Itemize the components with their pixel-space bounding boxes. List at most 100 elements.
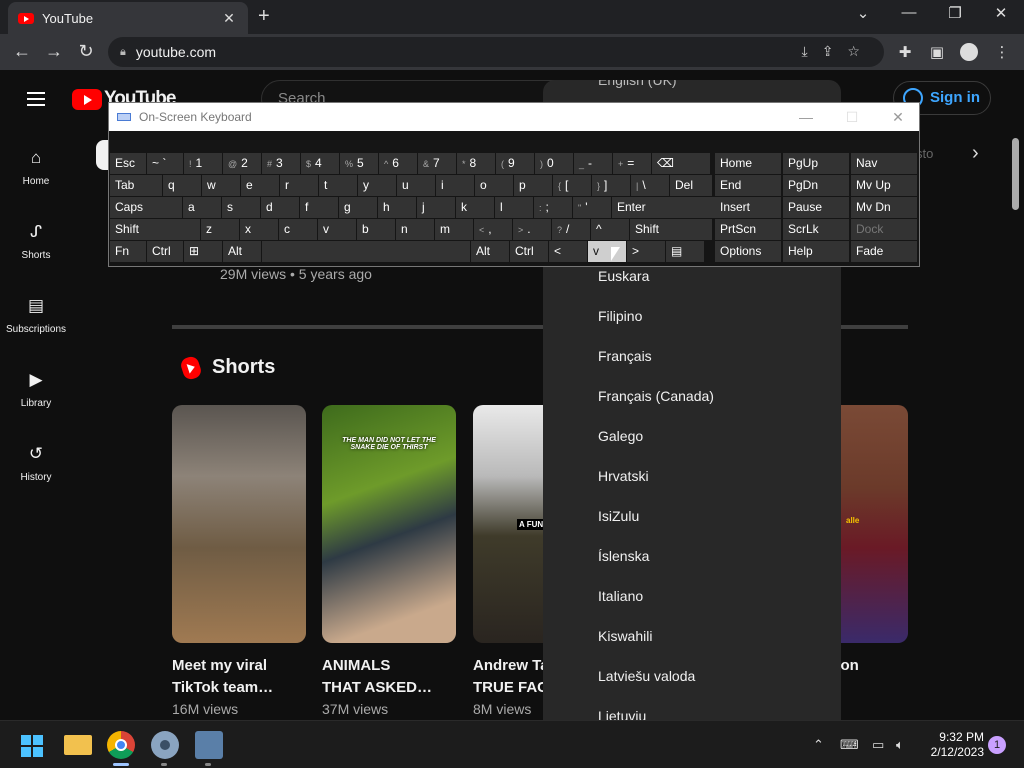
osk-close-icon[interactable]: ✕ bbox=[883, 103, 913, 131]
language-option[interactable]: Galego bbox=[598, 428, 643, 444]
osk-nav-key[interactable]: Fade bbox=[851, 241, 917, 262]
short-thumbnail[interactable]: THE MAN DID NOT LET THE SNAKE DIE OF THI… bbox=[322, 405, 456, 643]
osk-nav-key[interactable]: Pause bbox=[783, 197, 849, 218]
start-windows-icon[interactable] bbox=[21, 735, 43, 757]
osk-key[interactable]: Ctrl bbox=[510, 241, 548, 262]
address-bar[interactable]: 🔒︎ youtube.com ⤓⇪☆ bbox=[108, 37, 884, 67]
osk-key[interactable]: v bbox=[588, 241, 626, 262]
osk-key[interactable]: #3 bbox=[262, 153, 300, 174]
osk-key[interactable]: a bbox=[183, 197, 221, 218]
osk-app-icon[interactable] bbox=[195, 731, 223, 759]
osk-key[interactable]: s bbox=[222, 197, 260, 218]
osk-key[interactable]: & 7 bbox=[418, 153, 456, 174]
osk-key[interactable] bbox=[262, 241, 470, 262]
osk-key[interactable]: < bbox=[549, 241, 587, 262]
osk-nav-key[interactable]: ScrLk bbox=[783, 219, 849, 240]
forward-icon[interactable]: → bbox=[42, 41, 66, 62]
guide-subscriptions[interactable]: ▤ Subscriptions bbox=[0, 296, 72, 335]
osk-key[interactable]: Ctrl bbox=[147, 241, 183, 262]
osk-key[interactable]: Del bbox=[670, 175, 712, 196]
page-scrollbar[interactable] bbox=[1012, 138, 1019, 210]
osk-key[interactable]: ) 0 bbox=[535, 153, 573, 174]
guide-library[interactable]: ▶︎ Library bbox=[0, 370, 72, 409]
language-option[interactable]: Euskara bbox=[598, 268, 649, 284]
menu-kebab-icon[interactable]: ⋮ bbox=[991, 43, 1013, 61]
osk-nav-key[interactable]: Insert bbox=[715, 197, 781, 218]
osk-nav-key[interactable]: Nav bbox=[851, 153, 917, 174]
osk-nav-key[interactable]: Mv Dn bbox=[851, 197, 917, 218]
osk-key[interactable]: p bbox=[514, 175, 552, 196]
osk-key[interactable]: g bbox=[339, 197, 377, 218]
tab-close-icon[interactable]: ✕ bbox=[220, 10, 238, 27]
osk-key[interactable]: {[ bbox=[553, 175, 591, 196]
osk-key[interactable]: m bbox=[435, 219, 473, 240]
osk-key[interactable]: v bbox=[318, 219, 356, 240]
language-option[interactable]: Français (Canada) bbox=[598, 388, 714, 404]
language-option[interactable]: Lietuvių bbox=[598, 708, 646, 720]
osk-key[interactable]: > bbox=[627, 241, 665, 262]
osk-nav-key[interactable]: Options bbox=[715, 241, 781, 262]
osk-key[interactable]: ~ ` bbox=[147, 153, 183, 174]
settings-gear-icon[interactable] bbox=[151, 731, 179, 759]
network-icon[interactable]: ▭ bbox=[872, 737, 884, 753]
osk-key[interactable]: i bbox=[436, 175, 474, 196]
osk-nav-key[interactable]: PrtScn bbox=[715, 219, 781, 240]
osk-key[interactable]: ^ bbox=[591, 219, 629, 240]
osk-key[interactable]: n bbox=[396, 219, 434, 240]
osk-nav-key[interactable]: Home bbox=[715, 153, 781, 174]
guide-shorts[interactable]: ᔑ Shorts bbox=[0, 222, 72, 261]
osk-key[interactable]: @2 bbox=[223, 153, 261, 174]
minimize-icon[interactable]: — bbox=[894, 4, 924, 21]
tab-youtube[interactable]: YouTube ✕ bbox=[8, 2, 248, 34]
short-card[interactable]: THE MAN DID NOT LET THE SNAKE DIE OF THI… bbox=[322, 405, 456, 717]
osk-key[interactable]: e bbox=[241, 175, 279, 196]
language-option[interactable]: Italiano bbox=[598, 588, 643, 604]
osk-nav-key[interactable]: PgUp bbox=[783, 153, 849, 174]
osk-titlebar[interactable]: On-Screen Keyboard — ☐ ✕ bbox=[109, 103, 919, 131]
osk-key[interactable]: ⊞ bbox=[184, 241, 222, 262]
short-title[interactable]: ANIMALS THAT ASKED… bbox=[322, 655, 456, 699]
osk-key[interactable]: }] bbox=[592, 175, 630, 196]
osk-key[interactable]: h bbox=[378, 197, 416, 218]
osk-key[interactable]: Enter bbox=[612, 197, 716, 218]
osk-key[interactable]: w bbox=[202, 175, 240, 196]
osk-key[interactable]: + = bbox=[613, 153, 651, 174]
osk-key[interactable]: z bbox=[201, 219, 239, 240]
side-panel-icon[interactable]: ▣ bbox=[926, 43, 948, 61]
osk-key[interactable]: Fn bbox=[110, 241, 146, 262]
osk-key[interactable]: Tab bbox=[110, 175, 162, 196]
osk-key[interactable]: f bbox=[300, 197, 338, 218]
language-option[interactable]: Filipino bbox=[598, 308, 642, 324]
osk-key[interactable]: q bbox=[163, 175, 201, 196]
osk-key[interactable]: Caps bbox=[110, 197, 182, 218]
osk-key[interactable]: Shift bbox=[630, 219, 712, 240]
osk-key[interactable]: l bbox=[495, 197, 533, 218]
osk-key[interactable]: Shift bbox=[110, 219, 200, 240]
osk-key[interactable]: j bbox=[417, 197, 455, 218]
chevron-right-icon[interactable]: › bbox=[972, 142, 979, 165]
osk-key[interactable]: o bbox=[475, 175, 513, 196]
osk-key[interactable]: b bbox=[357, 219, 395, 240]
language-option[interactable]: Kiswahili bbox=[598, 628, 652, 644]
extensions-icon[interactable]: ✚ bbox=[894, 43, 916, 61]
short-thumbnail[interactable] bbox=[172, 405, 306, 643]
language-option[interactable]: English (UK) bbox=[598, 80, 677, 88]
close-window-icon[interactable]: ✕ bbox=[986, 4, 1016, 22]
osk-key[interactable]: Esc bbox=[110, 153, 146, 174]
guide-home[interactable]: ⌂ Home bbox=[0, 148, 72, 187]
osk-nav-key[interactable]: End bbox=[715, 175, 781, 196]
language-option[interactable]: Latviešu valoda bbox=[598, 668, 695, 684]
osk-minimize-icon[interactable]: — bbox=[791, 103, 821, 131]
osk-key[interactable]: | \ bbox=[631, 175, 669, 196]
osk-key[interactable]: ^ 6 bbox=[379, 153, 417, 174]
osk-key[interactable]: ⌫ bbox=[652, 153, 710, 174]
profile-icon[interactable] bbox=[960, 43, 978, 61]
osk-nav-key[interactable]: PgDn bbox=[783, 175, 849, 196]
short-title[interactable]: Meet my viral TikTok team… bbox=[172, 655, 306, 699]
osk-key[interactable]: (9 bbox=[496, 153, 534, 174]
file-explorer-icon[interactable] bbox=[64, 735, 92, 755]
osk-nav-key[interactable]: Help bbox=[783, 241, 849, 262]
tray-chevron-up-icon[interactable]: ⌃ bbox=[813, 737, 824, 753]
volume-icon[interactable]: 🔈︎ bbox=[896, 737, 904, 753]
language-option[interactable]: IsiZulu bbox=[598, 508, 639, 524]
